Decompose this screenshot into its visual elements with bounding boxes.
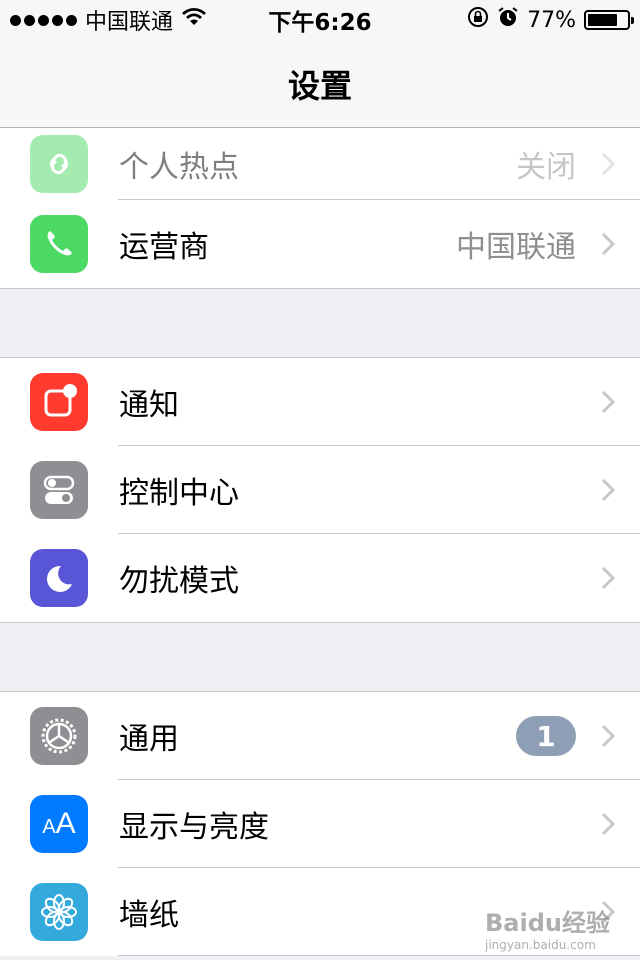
alarm-icon bbox=[497, 6, 519, 34]
status-bar: 中国联通 下午6:26 77% bbox=[0, 0, 640, 40]
page-title: 设置 bbox=[287, 66, 352, 105]
settings-row-carrier[interactable]: 运营商 中国联通 bbox=[0, 200, 640, 288]
moon-icon bbox=[30, 549, 88, 607]
watermark-brand: Baidu经验 bbox=[485, 909, 610, 937]
notifications-icon bbox=[30, 373, 88, 431]
watermark-url: jingyan.baidu.com bbox=[485, 938, 596, 952]
settings-row-value: 关闭 bbox=[516, 150, 576, 185]
gear-icon bbox=[30, 707, 88, 765]
settings-row-label: 通用 bbox=[119, 722, 179, 757]
settings-row-label: 控制中心 bbox=[119, 476, 239, 511]
settings-row-label: 通知 bbox=[119, 388, 179, 423]
display-aa-icon: AA bbox=[30, 795, 88, 853]
settings-row-label: 勿扰模式 bbox=[119, 564, 239, 599]
settings-row-general[interactable]: 通用 1 bbox=[0, 692, 640, 780]
chevron-right-icon bbox=[600, 565, 640, 591]
chevron-right-icon bbox=[600, 477, 640, 503]
chevron-right-icon bbox=[600, 811, 640, 837]
rotation-lock-icon bbox=[467, 6, 489, 34]
status-right: 77% bbox=[467, 6, 634, 34]
status-left: 中国联通 bbox=[10, 4, 207, 36]
battery-percent: 77% bbox=[527, 7, 576, 33]
settings-row-label: 运营商 bbox=[119, 230, 209, 265]
settings-row-label: 个人热点 bbox=[119, 150, 239, 185]
chevron-right-icon bbox=[600, 723, 640, 749]
section-gap bbox=[0, 288, 640, 358]
settings-row-hotspot[interactable]: 个人热点 关闭 bbox=[0, 128, 640, 200]
hotspot-icon bbox=[30, 135, 88, 193]
settings-list: 个人热点 关闭 运营商 中国联通 通知 控制中心 勿扰模式 通用 1 A A 显… bbox=[0, 128, 640, 956]
chevron-right-icon bbox=[600, 231, 640, 257]
wallpaper-flower-icon bbox=[30, 883, 88, 941]
settings-row-control-center[interactable]: 控制中心 bbox=[0, 446, 640, 534]
navigation-bar: 设置 bbox=[0, 40, 640, 128]
carrier-name: 中国联通 bbox=[85, 10, 174, 35]
control-center-icon bbox=[30, 461, 88, 519]
settings-row-label: 显示与亮度 bbox=[119, 810, 269, 845]
phone-icon bbox=[30, 215, 88, 273]
wifi-icon bbox=[181, 7, 207, 33]
signal-dots-icon bbox=[10, 14, 77, 26]
settings-row-value: 中国联通 bbox=[456, 230, 576, 265]
settings-row-display-brightness[interactable]: AA 显示与亮度 bbox=[0, 780, 640, 868]
chevron-right-icon bbox=[600, 389, 640, 415]
watermark: Baidu经验 jingyan.baidu.com bbox=[485, 903, 610, 952]
settings-group-network: 个人热点 关闭 运营商 中国联通 bbox=[0, 128, 640, 288]
battery-icon bbox=[584, 10, 634, 30]
settings-group-alerts: 通知 控制中心 勿扰模式 bbox=[0, 358, 640, 622]
chevron-right-icon bbox=[600, 151, 640, 177]
settings-row-notifications[interactable]: 通知 bbox=[0, 358, 640, 446]
settings-row-do-not-disturb[interactable]: 勿扰模式 bbox=[0, 534, 640, 622]
section-gap bbox=[0, 622, 640, 692]
update-count-badge: 1 bbox=[516, 716, 576, 756]
